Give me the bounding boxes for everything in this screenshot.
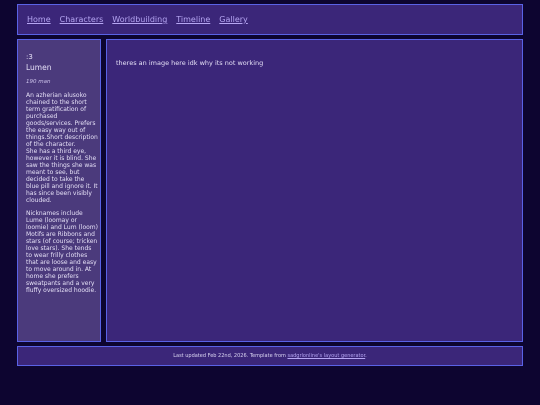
image-placeholder-text: theres an image here idk why its not wor… — [116, 59, 264, 67]
footer: Last updated Feb 22nd, 2026. Template fr… — [17, 346, 523, 366]
character-notes: Nicknames include Lume (loomay or loomie… — [26, 210, 98, 294]
character-name: Lumen — [26, 63, 52, 72]
nav-link-characters[interactable]: Characters — [60, 15, 104, 24]
character-sidebar: :3 Lumen 190 man An azherian alusoko cha… — [17, 39, 101, 342]
emoticon: :3 — [26, 53, 33, 61]
nav-link-timeline[interactable]: Timeline — [176, 15, 210, 24]
footer-text: Last updated Feb 22nd, 2026. Template fr… — [18, 353, 522, 359]
footer-suffix: . — [365, 353, 367, 359]
sidebar-content: :3 Lumen 190 man An azherian alusoko cha… — [26, 54, 98, 300]
nav-links: Home Characters Worldbuilding Timeline G… — [27, 15, 248, 24]
nav-link-worldbuilding[interactable]: Worldbuilding — [112, 15, 167, 24]
top-nav: Home Characters Worldbuilding Timeline G… — [17, 4, 523, 35]
main-content: theres an image here idk why its not wor… — [106, 39, 523, 342]
character-bio: An azherian alusoko chained to the short… — [26, 92, 98, 204]
template-credit-link[interactable]: sadgrlonline's layout generator — [287, 353, 365, 359]
character-meta: 190 man — [26, 79, 51, 85]
footer-prefix: Last updated Feb 22nd, 2026. Template fr… — [173, 353, 288, 359]
nav-link-gallery[interactable]: Gallery — [219, 15, 248, 24]
nav-link-home[interactable]: Home — [27, 15, 51, 24]
